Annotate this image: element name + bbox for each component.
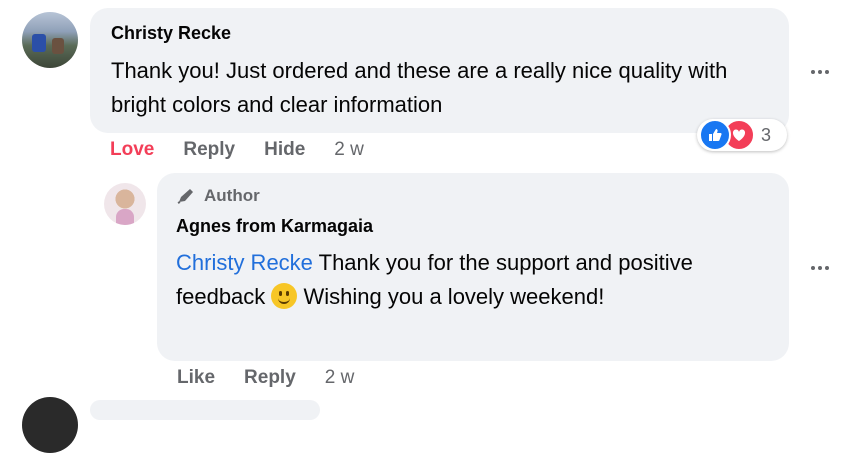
reply-timestamp[interactable]: 2 w (325, 367, 355, 389)
reply-text-part2: Wishing you a lovely weekend! (297, 284, 605, 309)
reaction-count: 3 (761, 124, 772, 145)
pen-icon (177, 189, 193, 204)
mention-link[interactable]: Christy Recke (176, 250, 313, 275)
christy-avatar[interactable] (22, 12, 78, 68)
comment-author-name[interactable]: Christy Recke (111, 23, 231, 44)
smiling-face-emoji-icon (271, 283, 298, 309)
reactions-summary[interactable]: 3 (697, 119, 787, 151)
reply-actions: Like Reply 2 w (177, 367, 383, 389)
author-badge: Author (176, 186, 260, 206)
more-options-icon-reply[interactable] (811, 263, 835, 273)
like-button[interactable]: Like (177, 367, 215, 389)
like-icon (699, 119, 731, 151)
comment-timestamp[interactable]: 2 w (334, 139, 364, 161)
reply-button[interactable]: Reply (183, 139, 235, 161)
next-comment-bubble (90, 400, 320, 420)
more-options-icon[interactable] (811, 67, 835, 77)
next-comment-avatar[interactable] (22, 397, 78, 453)
comment-text: Thank you! Just ordered and these are a … (111, 58, 728, 117)
author-badge-label: Author (204, 186, 260, 205)
reply-button-2[interactable]: Reply (244, 367, 296, 389)
love-button[interactable]: Love (110, 139, 154, 161)
reply-text: Christy Recke Thank you for the support … (176, 246, 756, 314)
comment-actions: Love Reply Hide 2 w (110, 139, 393, 161)
hide-button[interactable]: Hide (264, 139, 305, 161)
reply-author-name[interactable]: Agnes from Karmagaia (176, 216, 373, 237)
agnes-avatar[interactable] (104, 183, 146, 225)
